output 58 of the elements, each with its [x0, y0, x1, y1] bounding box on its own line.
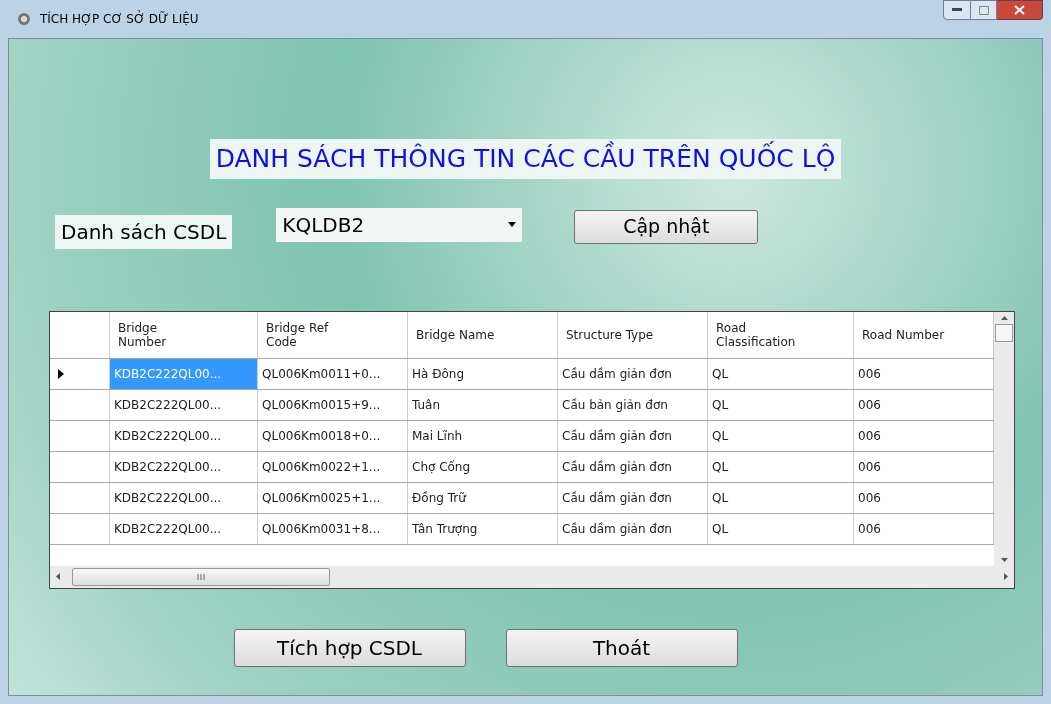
minimize-icon — [952, 8, 962, 12]
table-cell: QL006Km0011+0... — [258, 358, 408, 389]
table-cell: Cầu dầm giản đơn — [558, 420, 708, 451]
table-cell: QL — [708, 513, 854, 544]
table-cell: KDB2C222QL00... — [110, 389, 258, 420]
table-cell: Đồng Trữ — [408, 482, 558, 513]
table-cell: QL — [708, 482, 854, 513]
maximize-icon — [978, 5, 989, 15]
scroll-up-icon — [1000, 315, 1008, 320]
dropdown-arrow-icon — [508, 222, 517, 227]
column-header[interactable]: Structure Type — [558, 311, 708, 358]
table-cell: QL — [708, 420, 854, 451]
table-cell: Cầu dầm giản đơn — [558, 482, 708, 513]
table-cell: Cầu dầm giản đơn — [558, 451, 708, 482]
table-cell: Chợ Cống — [408, 451, 558, 482]
close-icon — [1014, 5, 1025, 15]
table-cell: Tân Trượng — [408, 513, 558, 544]
table-cell: KDB2C222QL00... — [110, 420, 258, 451]
database-label: Danh sách CSDL — [55, 214, 233, 249]
table-cell: QL006Km0022+1... — [258, 451, 408, 482]
scroll-down-icon — [1000, 557, 1008, 562]
table-cell: QL — [708, 358, 854, 389]
minimize-button[interactable] — [943, 0, 971, 20]
action-button[interactable]: Thoát — [505, 628, 738, 667]
current-row-icon — [58, 368, 64, 379]
table-cell: QL — [708, 389, 854, 420]
table-cell: KDB2C222QL00... — [110, 358, 258, 389]
window-title: TÍCH HỢP CƠ SỞ DỮ LIỆU — [40, 10, 199, 28]
scroll-right-icon — [1004, 573, 1008, 580]
action-button[interactable]: Tích hợp CSDL — [233, 628, 466, 667]
table-cell: KDB2C222QL00... — [110, 482, 258, 513]
table-cell: QL006Km0015+9... — [258, 389, 408, 420]
column-header[interactable]: Road Classification — [708, 311, 854, 358]
table-cell: KDB2C222QL00... — [110, 451, 258, 482]
table-cell: QL006Km0025+1... — [258, 482, 408, 513]
table-cell: QL006Km0031+8... — [258, 513, 408, 544]
update-button[interactable]: Cập nhật — [574, 209, 759, 244]
grip-icon — [197, 573, 205, 580]
table-cell: QL006Km0018+0... — [258, 420, 408, 451]
table-cell: Tuân — [408, 389, 558, 420]
scroll-thumb[interactable] — [995, 323, 1013, 342]
column-header[interactable]: Bridge Number — [110, 311, 258, 358]
column-header[interactable]: Bridge Ref Code — [258, 311, 408, 358]
table-cell: QL — [708, 451, 854, 482]
table-cell: Cầu dầm giản đơn — [558, 513, 708, 544]
heading: DANH SÁCH THÔNG TIN CÁC CẦU TRÊN QUỐC LỘ — [209, 139, 842, 179]
table-cell: KDB2C222QL00... — [110, 513, 258, 544]
column-header[interactable]: Bridge Name — [408, 311, 558, 358]
table-cell: Cầu bản giản đơn — [558, 389, 708, 420]
database-select[interactable]: KQLDB2 — [276, 207, 523, 242]
scroll-left-icon — [56, 573, 60, 580]
scroll-thumb[interactable] — [72, 567, 330, 586]
table-cell: Mai Lĩnh — [408, 420, 558, 451]
table-cell: Hà Đông — [408, 358, 558, 389]
maximize-button[interactable] — [971, 0, 997, 20]
app-icon — [16, 11, 32, 27]
close-button[interactable] — [997, 0, 1043, 20]
table-cell: Cầu dầm giản đơn — [558, 358, 708, 389]
